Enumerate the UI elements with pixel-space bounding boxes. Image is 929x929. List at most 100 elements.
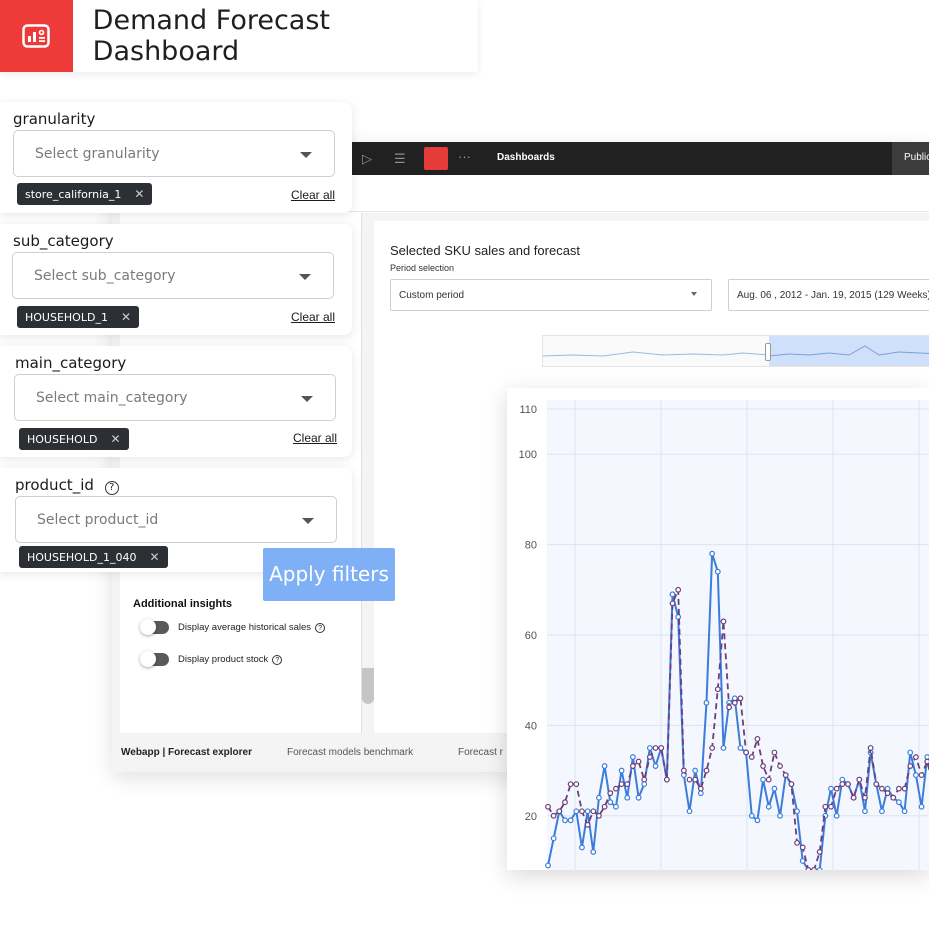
sales-point (590, 849, 597, 855)
forecast-point (692, 776, 699, 783)
forecast-point (680, 767, 687, 774)
tab-forecast-explorer[interactable]: Webapp | Forecast explorer (121, 747, 252, 758)
select-placeholder: Select granularity (35, 146, 160, 162)
forecast-point (879, 785, 885, 792)
range-slider-handle[interactable] (765, 343, 771, 361)
sales-point (828, 785, 834, 792)
y-tick-label: 60 (525, 630, 537, 642)
y-tick-label: 100 (519, 449, 537, 461)
sales-point (567, 817, 574, 824)
nav-dashboards[interactable]: Dashboards (497, 152, 555, 163)
forecast-point (816, 849, 823, 855)
forecast-point (579, 808, 585, 815)
forecast-point (703, 767, 710, 774)
avg-sales-label: Display average historical sales (178, 622, 312, 633)
forecast-point (856, 776, 863, 783)
help-icon[interactable]: ? (272, 654, 283, 665)
public-button[interactable]: Public (892, 142, 929, 175)
close-icon[interactable]: ✕ (149, 550, 159, 564)
forecast-point (652, 745, 659, 751)
forecast-point (771, 749, 778, 756)
sales-point (760, 776, 766, 783)
clear-all-link[interactable]: Clear all (291, 310, 335, 324)
tab-forecast-models-benchmark[interactable]: Forecast models benchmark (287, 747, 413, 758)
forecast-point (641, 776, 648, 783)
clear-all-link[interactable]: Clear all (291, 188, 335, 202)
filter-card-sub-category: sub_category Select sub_category HOUSEHO… (0, 224, 352, 335)
scrollbar[interactable] (362, 668, 374, 704)
sales-point (833, 812, 840, 819)
y-tick-label: 80 (525, 540, 537, 552)
forecast-point (686, 776, 693, 783)
product-stock-toggle[interactable] (140, 651, 169, 667)
range-slider[interactable] (542, 335, 929, 367)
sales-point (573, 808, 580, 815)
sales-point (907, 749, 914, 756)
forecast-point (822, 803, 829, 810)
sales-point (601, 763, 608, 769)
sales-point (618, 767, 625, 774)
sales-point (748, 812, 755, 819)
forecast-point (601, 803, 608, 810)
clear-all-link[interactable]: Clear all (293, 431, 337, 445)
select-placeholder: Select product_id (37, 512, 159, 528)
dashboard-nav-icon[interactable] (424, 147, 448, 170)
forecast-point (867, 745, 874, 751)
forecast-point (901, 785, 908, 792)
avg-sales-toggle[interactable] (140, 619, 169, 635)
forecast-point (720, 618, 727, 625)
more-icon[interactable]: ··· (458, 149, 471, 164)
forecast-point (805, 867, 812, 870)
period-select[interactable]: Custom period (390, 279, 712, 311)
toggle-row-avg-sales[interactable]: Display average historical sales ? (140, 619, 326, 635)
sales-forecast-chart: 20 40 60 80 100 110 (507, 388, 929, 870)
tab-forecast-r[interactable]: Forecast r (458, 747, 503, 758)
forecast-point (760, 763, 766, 769)
product-id-select[interactable]: Select product_id (15, 496, 337, 543)
sub-category-select[interactable]: Select sub_category (12, 252, 334, 299)
logo (0, 0, 73, 72)
main-category-select[interactable]: Select main_category (14, 374, 336, 421)
help-icon[interactable]: ? (104, 481, 119, 495)
forecast-point (896, 785, 902, 792)
close-icon[interactable]: ✕ (121, 310, 131, 324)
date-range-field[interactable]: Aug. 06 , 2012 - Jan. 19, 2015 (129 Week… (728, 279, 929, 311)
help-icon[interactable]: ? (315, 622, 326, 633)
chip-label: HOUSEHOLD (27, 432, 98, 446)
forecast-point (663, 776, 670, 783)
close-icon[interactable]: ✕ (110, 432, 120, 446)
forecast-point (709, 745, 716, 751)
filter-label-text: product_id (15, 476, 94, 494)
forecast-point (618, 781, 625, 788)
forecast-point (748, 754, 755, 760)
sales-point (862, 808, 868, 815)
close-icon[interactable]: ✕ (134, 187, 144, 201)
sales-point (777, 812, 783, 819)
sku-panel-title: Selected SKU sales and forecast (390, 243, 581, 258)
sales-point (607, 799, 614, 806)
forecast-point (765, 776, 772, 783)
forecast-point (737, 695, 744, 702)
forecast-point (562, 799, 568, 806)
forecast-point (799, 844, 806, 851)
range-slider-selection[interactable] (769, 336, 929, 366)
forecast-point (635, 758, 642, 765)
sales-point (562, 817, 568, 824)
filter-label: product_id ? (15, 476, 119, 495)
stack-icon[interactable]: ☰ (394, 151, 406, 167)
forecast-point (556, 808, 563, 815)
page-title: Demand Forecast Dashboard (92, 5, 331, 67)
filter-chip: HOUSEHOLD_1 ✕ (17, 306, 140, 328)
sales-point (884, 785, 891, 792)
sales-point (596, 794, 602, 801)
toggle-row-stock[interactable]: Display product stock ? (140, 651, 283, 667)
apply-filters-button[interactable]: Apply filters (263, 548, 395, 601)
forecast-point (811, 867, 817, 870)
chip-label: store_california_1 (25, 187, 122, 201)
forecast-point (839, 781, 846, 788)
sales-point (714, 568, 721, 575)
y-tick-label: 110 (519, 404, 537, 416)
play-icon[interactable]: ▷ (362, 151, 372, 167)
granularity-select[interactable]: Select granularity (13, 130, 335, 177)
sales-point (709, 550, 716, 557)
